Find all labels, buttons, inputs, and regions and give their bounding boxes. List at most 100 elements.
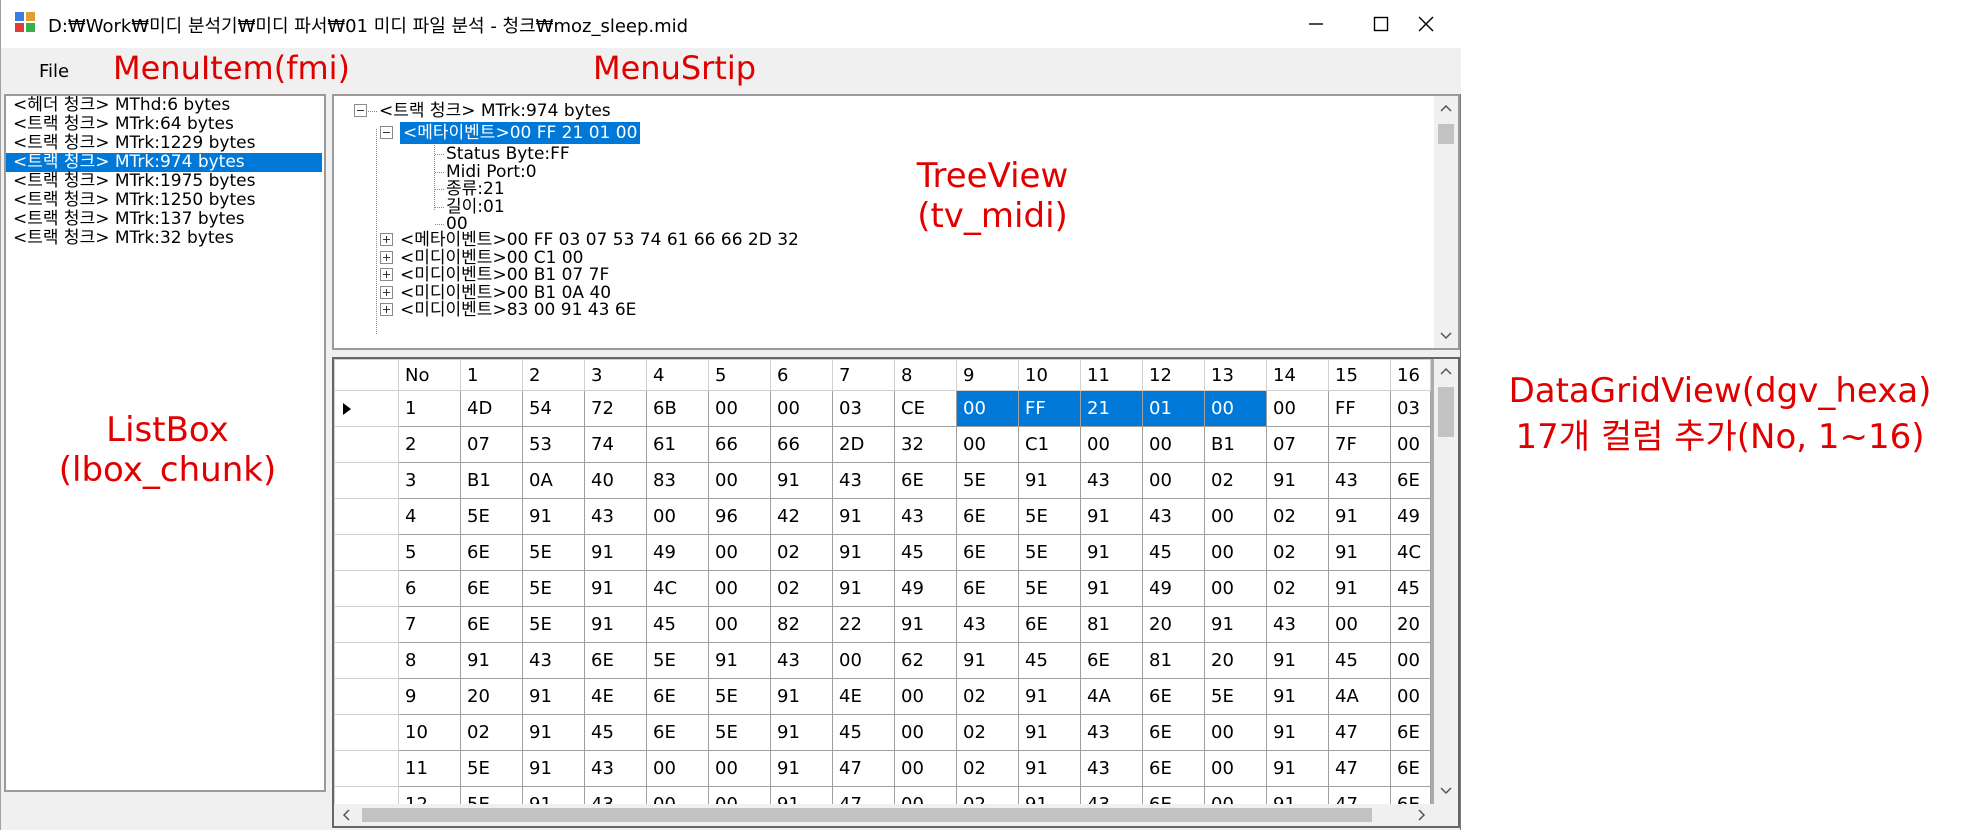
hex-cell[interactable]: 6E [1142, 750, 1205, 787]
hex-cell[interactable]: 49 [1390, 498, 1431, 535]
hex-cell[interactable]: B1 [1204, 426, 1267, 463]
row-number-cell[interactable]: 4 [398, 498, 461, 535]
table-row[interactable]: 2 07 53 74 61 66 66 2D 32 00 C1 00 00 B1 07 7F 00 [334, 426, 1431, 463]
hex-cell[interactable]: 81 [1142, 642, 1205, 679]
hex-cell[interactable]: 00 [956, 390, 1019, 427]
table-row[interactable]: 4 5E 91 43 00 96 42 91 43 6E 5E 91 43 00 02 91 49 [334, 498, 1431, 535]
hex-cell[interactable]: 00 [770, 390, 833, 427]
hex-cell[interactable]: 22 [832, 606, 895, 643]
hex-cell[interactable]: 4E [832, 678, 895, 715]
column-header[interactable]: 13 [1204, 359, 1267, 391]
row-number-cell[interactable]: 8 [398, 642, 461, 679]
row-header[interactable] [334, 534, 399, 571]
hex-cell[interactable]: 62 [894, 642, 957, 679]
hex-cell[interactable]: 91 [1080, 498, 1143, 535]
column-header[interactable]: 12 [1142, 359, 1205, 391]
hex-cell[interactable]: 47 [832, 750, 895, 787]
hex-cell[interactable]: 6E [584, 642, 647, 679]
expand-toggle[interactable] [380, 233, 393, 246]
hex-cell[interactable]: 43 [770, 642, 833, 679]
table-row[interactable]: 9 20 91 4E 6E 5E 91 4E 00 02 91 4A 6E 5E 91 4A 00 [334, 678, 1431, 715]
hex-cell[interactable]: 00 [1390, 678, 1431, 715]
row-header[interactable] [334, 714, 399, 751]
hex-cell[interactable]: 20 [1204, 642, 1267, 679]
hex-cell[interactable]: 32 [894, 426, 957, 463]
hex-cell[interactable]: 00 [1080, 426, 1143, 463]
hex-cell[interactable]: 43 [1080, 714, 1143, 751]
hex-cell[interactable]: 91 [1018, 714, 1081, 751]
hex-cell[interactable]: 02 [956, 678, 1019, 715]
hex-cell[interactable]: 91 [1328, 570, 1391, 607]
listbox-item[interactable]: <헤더 청크> MThd:6 bytes [6, 96, 324, 115]
hex-cell[interactable]: 6E [1390, 462, 1431, 499]
hex-cell[interactable]: 00 [894, 678, 957, 715]
hex-cell[interactable]: 91 [1266, 462, 1329, 499]
row-number-cell[interactable]: 11 [398, 750, 461, 787]
listbox-item[interactable]: <트랙 청크> MTrk:1250 bytes [6, 191, 324, 210]
hex-cell[interactable]: 91 [1080, 534, 1143, 571]
hex-cell[interactable]: 00 [1390, 426, 1431, 463]
hex-cell[interactable]: 20 [1142, 606, 1205, 643]
scroll-down-icon[interactable] [1434, 781, 1458, 801]
hex-cell[interactable]: 91 [708, 642, 771, 679]
hex-cell[interactable]: 00 [1328, 606, 1391, 643]
hex-cell[interactable]: 45 [832, 714, 895, 751]
hex-cell[interactable]: 45 [894, 534, 957, 571]
grid-corner-header[interactable] [334, 359, 399, 391]
table-row[interactable]: 10 02 91 45 6E 5E 91 45 00 02 91 43 6E 00 91 47 6E [334, 714, 1431, 751]
hex-cell[interactable]: 82 [770, 606, 833, 643]
hex-cell[interactable]: 00 [1142, 462, 1205, 499]
scroll-up-icon[interactable] [1434, 361, 1458, 381]
hex-cell[interactable]: 91 [1266, 642, 1329, 679]
table-row[interactable]: 7 6E 5E 91 45 00 82 22 91 43 6E 81 20 91 43 00 20 [334, 606, 1431, 643]
hex-cell[interactable]: 6E [1142, 678, 1205, 715]
hex-cell[interactable]: 43 [584, 498, 647, 535]
hex-cell[interactable]: 43 [584, 750, 647, 787]
hex-cell[interactable]: 00 [1204, 390, 1267, 427]
hex-cell[interactable]: 91 [1328, 534, 1391, 571]
row-number-cell[interactable]: 3 [398, 462, 461, 499]
hex-cell[interactable]: 45 [1018, 642, 1081, 679]
hex-cell[interactable]: 00 [894, 750, 957, 787]
hex-cell[interactable]: 81 [1080, 606, 1143, 643]
hex-cell[interactable]: 72 [584, 390, 647, 427]
hex-cell[interactable]: 91 [770, 714, 833, 751]
column-header[interactable]: 2 [522, 359, 585, 391]
hex-cell[interactable]: 6B [646, 390, 709, 427]
column-header[interactable]: 6 [770, 359, 833, 391]
hex-cell[interactable]: 74 [584, 426, 647, 463]
hex-cell[interactable]: 91 [522, 678, 585, 715]
row-header[interactable] [334, 750, 399, 787]
hex-cell[interactable]: 00 [708, 606, 771, 643]
row-number-cell[interactable]: 2 [398, 426, 461, 463]
row-number-cell[interactable]: 7 [398, 606, 461, 643]
row-number-cell[interactable]: 9 [398, 678, 461, 715]
hex-cell[interactable]: 00 [1204, 570, 1267, 607]
column-header[interactable]: 16 [1390, 359, 1431, 391]
row-header[interactable] [334, 390, 399, 427]
hex-cell[interactable]: 4D [460, 390, 523, 427]
hex-cell[interactable]: 49 [646, 534, 709, 571]
hex-cell[interactable]: 91 [1328, 498, 1391, 535]
hex-cell[interactable]: 45 [1328, 642, 1391, 679]
hex-cell[interactable]: 45 [646, 606, 709, 643]
hex-cell[interactable]: 96 [708, 498, 771, 535]
hex-cell[interactable]: 00 [708, 462, 771, 499]
hex-cell[interactable]: 4A [1328, 678, 1391, 715]
scroll-up-icon[interactable] [1434, 98, 1458, 118]
hex-cell[interactable]: 43 [1328, 462, 1391, 499]
hex-cell[interactable]: 6E [1080, 642, 1143, 679]
hex-cell[interactable]: 02 [1204, 462, 1267, 499]
listbox-item[interactable]: <트랙 청크> MTrk:32 bytes [6, 229, 324, 248]
scroll-down-icon[interactable] [1434, 326, 1458, 346]
column-header[interactable]: 10 [1018, 359, 1081, 391]
menu-file[interactable]: File [25, 56, 83, 86]
row-header[interactable] [334, 678, 399, 715]
hex-cell[interactable]: CE [894, 390, 957, 427]
hex-cell[interactable]: 02 [460, 714, 523, 751]
hex-cell[interactable]: 00 [646, 750, 709, 787]
expand-toggle[interactable] [380, 303, 393, 316]
collapse-toggle[interactable] [380, 126, 393, 139]
hex-cell[interactable]: 0A [522, 462, 585, 499]
hex-cell[interactable]: 02 [956, 750, 1019, 787]
